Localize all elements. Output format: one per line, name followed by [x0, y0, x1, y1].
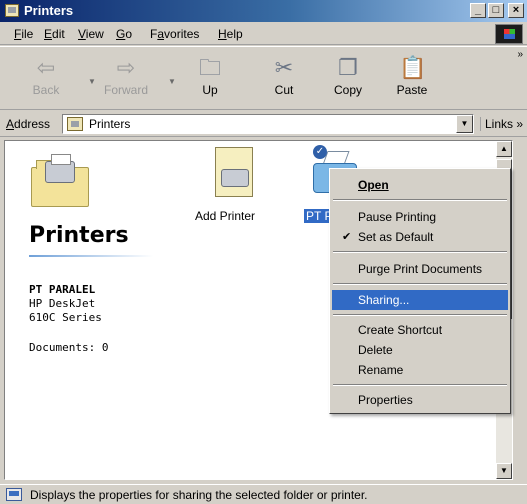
menu-item-rename[interactable]: Rename	[332, 360, 508, 380]
selected-printer-series: 610C Series	[29, 311, 102, 324]
status-text: Displays the properties for sharing the …	[30, 488, 368, 502]
scroll-down-button[interactable]: ▼	[496, 463, 512, 479]
address-bar: Address Printers ▼ Links »	[0, 111, 527, 137]
menu-separator	[333, 199, 507, 201]
cut-button[interactable]: ✂ Cut	[254, 51, 314, 107]
title-bar[interactable]: Printers _ □ ×	[0, 0, 527, 22]
close-button[interactable]: ×	[508, 3, 524, 18]
back-button[interactable]: ⇦ Back	[16, 51, 76, 107]
menu-item-set-as-default[interactable]: ✔ Set as Default	[332, 227, 508, 247]
menu-separator	[333, 314, 507, 316]
menu-favorites[interactable]: Favorites	[150, 27, 199, 41]
pane-divider	[29, 255, 153, 257]
add-printer-label[interactable]: Add Printer	[195, 209, 255, 223]
printer-status-icon	[6, 488, 22, 501]
pane-title: Printers	[29, 223, 129, 248]
forward-button[interactable]: ⇨ Forward	[96, 51, 156, 107]
status-bar: Displays the properties for sharing the …	[0, 484, 527, 504]
menu-item-pause-printing[interactable]: Pause Printing	[332, 207, 508, 227]
back-dropdown-icon[interactable]: ▼	[88, 77, 96, 86]
checkmark-icon: ✔	[342, 231, 352, 243]
menu-item-purge-print-documents[interactable]: Purge Print Documents	[332, 259, 508, 279]
maximize-button[interactable]: □	[488, 3, 504, 18]
standard-toolbar: ⇦ Back ▼ ⇨ Forward ▼ 🗀 Up ✂ Cut ❐ Copy 📋…	[0, 46, 527, 110]
address-input[interactable]: Printers ▼	[62, 114, 474, 134]
add-printer-icon[interactable]	[211, 147, 257, 201]
menu-item-properties[interactable]: Properties	[332, 390, 508, 410]
links-toolbar[interactable]: Links »	[480, 117, 523, 131]
menu-separator	[333, 384, 507, 386]
menu-help[interactable]: Help	[218, 27, 243, 41]
documents-count: Documents: 0	[29, 341, 109, 354]
address-label: Address	[6, 117, 51, 131]
menu-item-sharing[interactable]: Sharing...	[332, 290, 508, 310]
web-view-pane: Printers PT PARALEL HP DeskJet 610C Seri…	[5, 141, 171, 479]
menu-item-create-shortcut[interactable]: Create Shortcut	[332, 320, 508, 340]
minimize-button[interactable]: _	[470, 3, 486, 18]
address-value: Printers	[89, 117, 131, 131]
menu-separator	[333, 283, 507, 285]
printers-folder-icon	[31, 154, 89, 209]
forward-arrow-icon: ⇨	[116, 55, 136, 80]
paste-button[interactable]: 📋 Paste	[382, 51, 442, 107]
scroll-up-button[interactable]: ▲	[496, 141, 512, 157]
menu-separator	[333, 251, 507, 253]
up-button[interactable]: 🗀 Up	[180, 51, 240, 107]
printers-folder-icon	[67, 117, 83, 131]
window-title: Printers	[24, 3, 74, 18]
default-check-icon: ✓	[313, 145, 327, 159]
paste-icon: 📋	[399, 55, 427, 80]
selected-printer-model: HP DeskJet	[29, 297, 96, 310]
toolbar-chevron-icon[interactable]: »	[517, 49, 523, 60]
selected-printer-name: PT PARALEL	[29, 283, 96, 296]
context-menu: Open Pause Printing ✔ Set as Default Purg…	[329, 168, 511, 414]
menu-item-delete[interactable]: Delete	[332, 340, 508, 360]
scissors-icon: ✂	[274, 55, 294, 80]
up-folder-icon: 🗀	[198, 55, 221, 80]
copy-icon: ❐	[338, 55, 358, 80]
back-arrow-icon: ⇦	[36, 55, 56, 80]
menu-bar: File Edit View Go Favorites Help	[0, 23, 527, 45]
printers-folder-icon	[5, 4, 19, 17]
menu-item-open[interactable]: Open	[332, 175, 508, 195]
menu-view[interactable]: View	[78, 27, 104, 41]
menu-go[interactable]: Go	[116, 27, 132, 41]
copy-button[interactable]: ❐ Copy	[318, 51, 378, 107]
forward-dropdown-icon[interactable]: ▼	[168, 77, 176, 86]
address-dropdown-button[interactable]: ▼	[456, 115, 473, 133]
menu-file[interactable]: File	[14, 27, 33, 41]
menu-edit[interactable]: Edit	[44, 27, 65, 41]
windows-logo-icon	[495, 24, 523, 44]
